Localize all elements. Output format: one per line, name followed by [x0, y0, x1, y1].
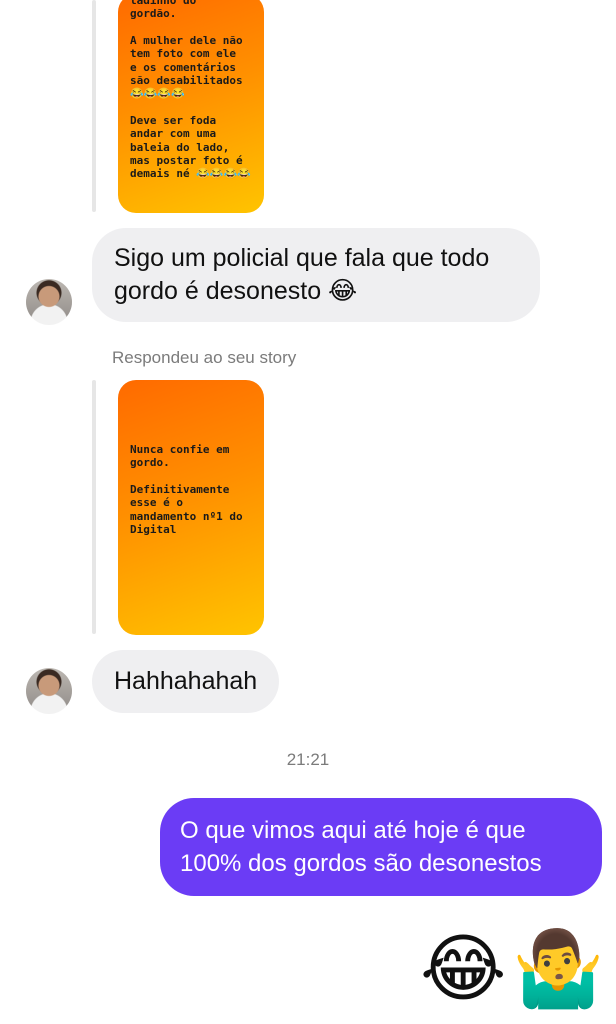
- avatar[interactable]: [26, 279, 72, 325]
- story-text: Definitivamente esse é o mandamento nº1 …: [130, 482, 243, 537]
- message-bubble[interactable]: Sigo um policial que fala que todo gordo…: [92, 228, 540, 322]
- story-reply-line: [92, 380, 96, 634]
- story-reply-line: [92, 0, 96, 212]
- story-text: Nunca confie em gordo.: [130, 443, 230, 470]
- story-text: A mulher dele não tem foto com ele e os …: [130, 33, 243, 101]
- avatar[interactable]: [26, 668, 72, 714]
- shrug-emoji-icon[interactable]: 🤷‍♂️: [512, 924, 604, 1014]
- message-text: O que vimos aqui até hoje é que 100% dos…: [180, 817, 542, 877]
- message-text: Sigo um policial que fala que todo gordo…: [114, 244, 490, 305]
- story-text: Deve ser foda andar com uma baleia do la…: [130, 113, 252, 181]
- message-bubble[interactable]: Hahhahahah: [92, 650, 280, 713]
- story-text: ladinho do gordão.: [130, 0, 197, 21]
- laughing-emoji-icon[interactable]: 😂: [420, 924, 506, 1014]
- story-preview[interactable]: ladinho do gordão. A mulher dele não tem…: [118, 0, 264, 213]
- timestamp: 21:21: [286, 750, 330, 769]
- message-text: Hahhahahah: [114, 667, 258, 695]
- outgoing-message-bubble[interactable]: O que vimos aqui até hoje é que 100% dos…: [160, 798, 602, 896]
- story-preview[interactable]: Nunca confie em gordo. Definitivamente e…: [118, 380, 264, 635]
- reply-label: Respondeu ao seu story: [112, 348, 297, 367]
